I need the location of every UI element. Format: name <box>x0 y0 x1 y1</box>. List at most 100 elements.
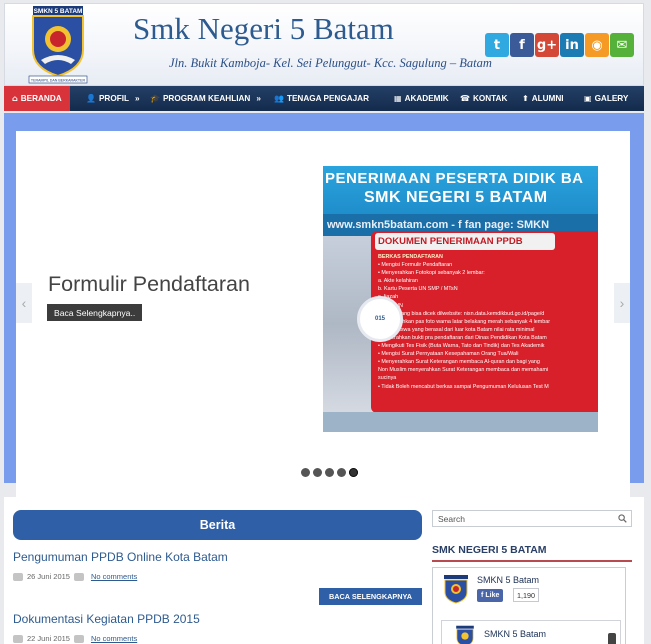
upload-icon: ⬆ <box>522 94 529 103</box>
nav-label: ALUMNI <box>531 94 564 103</box>
ppdb-poster-image[interactable]: PENERIMAAN PESERTA DIDIK BA SMK NEGERI 5… <box>323 166 598 432</box>
nav-label: PROFIL <box>98 94 129 103</box>
user-icon: 👤 <box>86 94 96 103</box>
comment-icon <box>73 634 84 643</box>
poster-line: • Menyerahkan Surat Keterangan membaca A… <box>378 359 540 366</box>
poster-line: sucinya <box>378 375 397 382</box>
comments-link[interactable]: No comments <box>91 572 137 581</box>
facebook-post-preview: SMKN 5 Batam <box>441 620 621 644</box>
slider-dot[interactable] <box>301 468 310 477</box>
nav-item-kontak[interactable]: ☎ KONTAK <box>460 86 507 111</box>
social-links: t f g+ in ◉ ✉ <box>485 33 634 57</box>
users-icon: 👥 <box>274 94 284 103</box>
home-icon: ⌂ <box>12 94 18 103</box>
slider-next-button[interactable]: › <box>614 283 630 323</box>
bookmark-icon <box>608 633 616 644</box>
search-input[interactable]: Search <box>432 510 632 527</box>
poster-line: e. NISN yang bisa dicek dilwebsite: nisn… <box>378 310 545 317</box>
facebook-icon[interactable]: f <box>510 33 534 57</box>
poster-line: • Menyerahkan Fotokopi sebanyak 2 lembar… <box>378 270 485 277</box>
phone-icon: ☎ <box>460 94 470 103</box>
calendar-icon <box>13 572 23 581</box>
slider-dot[interactable] <box>325 468 334 477</box>
sidebar-widget-title: SMK NEGERI 5 BATAM <box>432 544 547 556</box>
nav-item-akademik[interactable]: ▦ AKADEMIK <box>394 86 449 111</box>
poster-line: BERKAS PENDAFTARAN <box>378 254 443 260</box>
divider <box>432 560 632 562</box>
facebook-page-name[interactable]: SMKN 5 Batam <box>477 575 539 585</box>
poster-subheading: SMK NEGERI 5 BATAM <box>364 189 548 206</box>
twitter-icon[interactable]: t <box>485 33 509 57</box>
slider-dot[interactable] <box>349 468 358 477</box>
email-icon[interactable]: ✉ <box>610 33 634 57</box>
building-icon: ▦ <box>394 94 402 103</box>
nav-item-alumni[interactable]: ⬆ ALUMNI <box>522 86 564 111</box>
post-meta: 26 Juni 2015 No comments <box>13 572 137 581</box>
poster-line: • Menyerahkan pas foto warna latar belak… <box>378 318 551 325</box>
slider-prev-button[interactable]: ‹ <box>16 283 32 323</box>
poster-heading: PENERIMAAN PESERTA DIDIK BA <box>325 170 584 187</box>
school-logo-thumbnail[interactable] <box>454 625 476 644</box>
slide-title[interactable]: Formulir Pendaftaran <box>48 272 250 297</box>
nav-item-program-keahlian[interactable]: 🎓 PROGRAM KEAHLIAN » <box>150 86 261 111</box>
poster-line: • Tidak Boleh mencabut berkas sampai Pen… <box>378 383 549 390</box>
linkedin-icon[interactable]: in <box>560 33 584 57</box>
comments-link[interactable]: No comments <box>91 634 137 643</box>
slider-dot[interactable] <box>313 468 322 477</box>
nav-label: KONTAK <box>472 94 508 103</box>
slider-dot[interactable] <box>337 468 346 477</box>
slider-dots <box>301 468 358 477</box>
main-nav: ⌂ BERANDA 👤 PROFIL » 🎓 PROGRAM KEAHLIAN » 👥 TENAG… <box>4 86 644 111</box>
rss-icon[interactable]: ◉ <box>585 33 609 57</box>
read-more-button[interactable]: BACA SELENGKAPNYA <box>319 588 422 605</box>
facebook-page-widget: SMKN 5 Batam f Like 1,190 SMKN 5 Batam <box>432 567 626 644</box>
facebook-page-name[interactable]: SMKN 5 Batam <box>484 629 546 639</box>
nav-item-profil[interactable]: 👤 PROFIL » <box>86 86 140 111</box>
poster-line: Non Muslim menyerahkan Surat Keterangan … <box>378 367 549 374</box>
site-header: SMKN 5 BATAM TERAMPIL DAN BERKARAKTER Sm… <box>4 3 644 86</box>
poster-line: menyerahkan bukti pra pendaftaran dari D… <box>378 334 547 341</box>
site-address: Jln. Bukit Kamboja- Kel. Sei Pelunggut- … <box>169 56 492 70</box>
chevron-left-icon: ‹ <box>21 295 27 311</box>
facebook-icon: f <box>481 592 484 599</box>
school-logo-thumbnail[interactable] <box>441 574 471 604</box>
chevron-right-icon: › <box>619 295 625 311</box>
poster-requirements: BERKAS PENDAFTARAN • Mengisi Formulir Pen… <box>378 253 598 391</box>
poster-line: • Calon siswa yang berasal dari luar kot… <box>378 326 535 333</box>
poster-line: • Mengisi Formulir Pendaftaran <box>378 262 453 269</box>
nav-item-galery[interactable]: ▣ GALERY <box>584 86 628 111</box>
poster-line: • Mengikuti Tes Fisik (Buta Warna, Tato … <box>378 343 545 350</box>
read-more-button[interactable]: Baca Selengkapnya.. <box>47 304 143 321</box>
nav-label: PROGRAM KEAHLIAN <box>162 94 251 103</box>
school-logo[interactable]: SMKN 5 BATAM TERAMPIL DAN BERKARAKTER <box>27 6 89 84</box>
calendar-icon <box>13 634 23 643</box>
post-title[interactable]: Dokumentasi Kegiatan PPDB 2015 <box>13 612 200 626</box>
nav-label: BERANDA <box>20 94 62 103</box>
facebook-like-button[interactable]: f Like <box>477 589 504 602</box>
site-title[interactable]: Smk Negeri 5 Batam <box>133 11 394 47</box>
nav-label: TENAGA PENGAJAR <box>286 94 370 103</box>
poster-footer <box>323 412 598 432</box>
nav-label: GALERY <box>594 94 629 103</box>
slider: Formulir Pendaftaran Baca Selengkapnya..… <box>4 113 644 561</box>
google-plus-icon[interactable]: g+ <box>535 33 559 57</box>
submenu-arrow-icon: » <box>135 94 140 103</box>
nav-label: AKADEMIK <box>404 94 449 103</box>
poster-line: b. Kartu Peserta UN SMP / MTsN <box>378 286 458 293</box>
post-date: 26 Juni 2015 <box>27 572 70 581</box>
poster-line: • Mengisi Surat Pernyataan Kesepahaman O… <box>378 351 519 358</box>
search-placeholder: Search <box>438 513 465 524</box>
submenu-arrow-icon: » <box>256 94 261 103</box>
poster-panel-title: DOKUMEN PENERIMAAN PPDB <box>375 233 555 250</box>
like-label: Like <box>485 592 500 599</box>
content-area: Berita Pengumuman PPDB Online Kota Batam… <box>4 497 644 644</box>
poster-line: d. SKHUN <box>378 302 598 310</box>
search-icon[interactable] <box>618 514 627 523</box>
image-icon: ▣ <box>584 94 592 103</box>
poster-line: c. Ijazah <box>378 293 598 301</box>
post-date: 22 Juni 2015 <box>27 634 70 643</box>
post-title[interactable]: Pengumuman PPDB Online Kota Batam <box>13 550 228 564</box>
nav-item-beranda[interactable]: ⌂ BERANDA <box>4 86 70 111</box>
nav-item-tenaga-pengajar[interactable]: 👥 TENAGA PENGAJAR <box>274 86 369 111</box>
news-section-title: Berita <box>13 510 422 540</box>
